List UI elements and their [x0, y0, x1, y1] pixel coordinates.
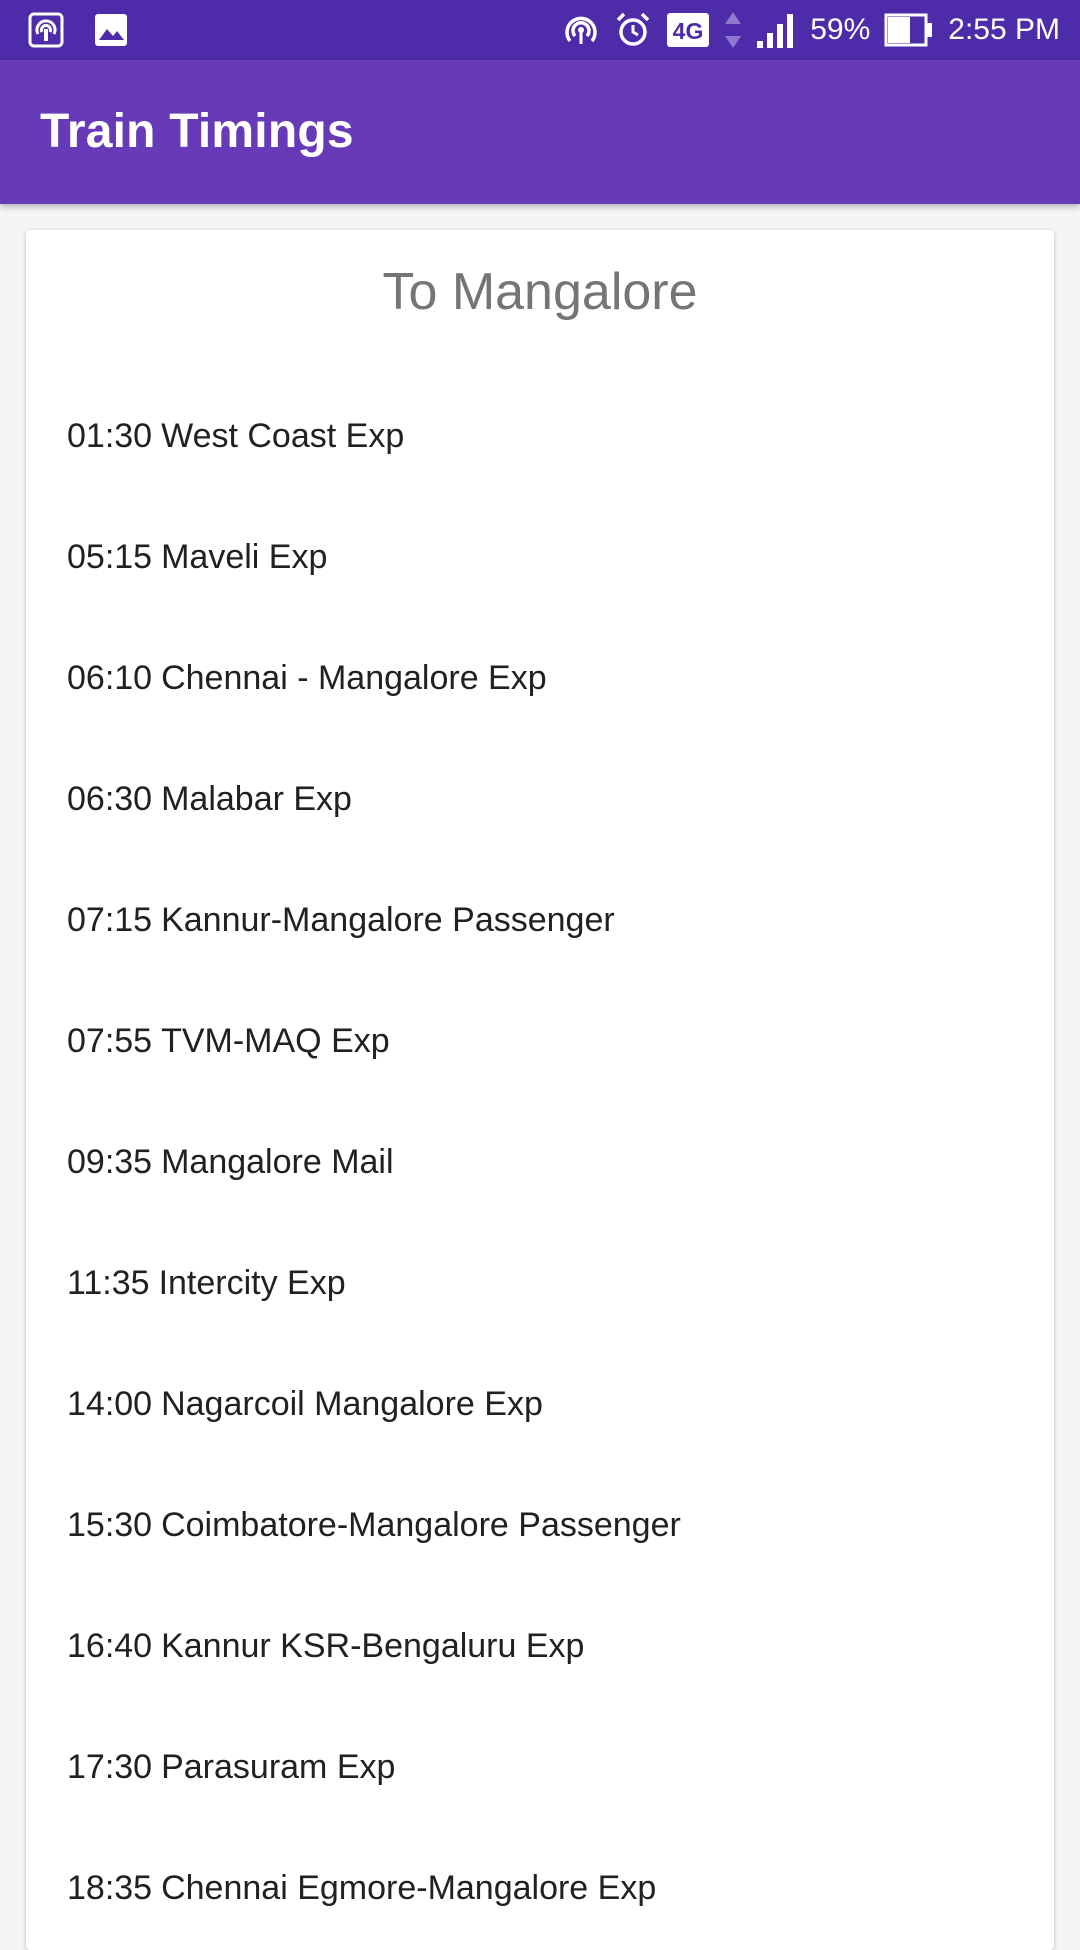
- train-name: Maveli Exp: [161, 538, 328, 576]
- train-time: 06:10: [67, 659, 153, 697]
- alarm-icon: [614, 11, 652, 49]
- hotspot-icon: [28, 12, 64, 48]
- train-name: Parasuram Exp: [161, 1748, 396, 1786]
- train-list-item[interactable]: 06:30 Malabar Exp: [26, 739, 1054, 860]
- train-list-item[interactable]: 07:55 TVM-MAQ Exp: [26, 981, 1054, 1102]
- timings-card: To Mangalore 01:30 West Coast Exp 05:15 Mav…: [26, 230, 1054, 1950]
- train-name: Nagarcoil Mangalore Exp: [161, 1385, 543, 1423]
- train-time: 05:15: [67, 538, 153, 576]
- train-time: 17:30: [67, 1748, 153, 1786]
- card-title: To Mangalore: [382, 263, 698, 321]
- train-name: TVM-MAQ Exp: [161, 1022, 390, 1060]
- hotspot-icon: [562, 11, 600, 49]
- battery-icon: [884, 13, 934, 47]
- image-icon: [94, 13, 128, 47]
- battery-percent: 59%: [810, 13, 871, 46]
- train-time: 07:15: [67, 901, 153, 939]
- train-name: Kannur KSR-Bengaluru Exp: [161, 1627, 585, 1665]
- train-name: Chennai - Mangalore Exp: [161, 659, 547, 697]
- train-name: Chennai Egmore-Mangalore Exp: [161, 1869, 657, 1907]
- train-time: 11:35: [67, 1264, 150, 1302]
- signal-icon: [756, 11, 796, 49]
- train-list-item[interactable]: 18:35 Chennai Egmore-Mangalore Exp: [26, 1828, 1054, 1949]
- app-bar: Train Timings: [0, 60, 1080, 204]
- train-name: Coimbatore-Mangalore Passenger: [161, 1506, 681, 1544]
- train-list-item[interactable]: 15:30 Coimbatore-Mangalore Passenger: [26, 1465, 1054, 1586]
- train-time: 18:35: [67, 1869, 153, 1907]
- status-bar: 4G 59% 2:55 PM: [0, 0, 1080, 60]
- notification-icons: [28, 12, 128, 48]
- train-time: 14:00: [67, 1385, 153, 1423]
- train-time: 01:30: [67, 417, 153, 455]
- train-list-item[interactable]: 09:35 Mangalore Mail: [26, 1102, 1054, 1223]
- train-name: Intercity Exp: [158, 1264, 346, 1302]
- train-list-item[interactable]: 11:35 Intercity Exp: [26, 1223, 1054, 1344]
- 4g-icon: 4G: [666, 12, 710, 48]
- train-time: 07:55: [67, 1022, 153, 1060]
- train-time: 09:35: [67, 1143, 153, 1181]
- train-list-item[interactable]: 17:30 Parasuram Exp: [26, 1707, 1054, 1828]
- train-list-item[interactable]: 14:00 Nagarcoil Mangalore Exp: [26, 1344, 1054, 1465]
- train-time: 15:30: [67, 1506, 153, 1544]
- train-list-item[interactable]: 01:30 West Coast Exp: [26, 376, 1054, 497]
- train-list: 01:30 West Coast Exp 05:15 Maveli Exp 06:10 C…: [26, 376, 1054, 1949]
- train-name: Kannur-Mangalore Passenger: [161, 901, 615, 939]
- data-arrows-icon: [724, 10, 742, 50]
- train-name: West Coast Exp: [161, 417, 405, 455]
- train-list-item[interactable]: 07:15 Kannur-Mangalore Passenger: [26, 860, 1054, 981]
- train-list-item[interactable]: 06:10 Chennai - Mangalore Exp: [26, 618, 1054, 739]
- system-icons: 4G 59% 2:55 PM: [562, 0, 1060, 60]
- train-name: Malabar Exp: [161, 780, 352, 818]
- train-time: 16:40: [67, 1627, 153, 1665]
- train-list-item[interactable]: 16:40 Kannur KSR-Bengaluru Exp: [26, 1586, 1054, 1707]
- train-name: Mangalore Mail: [161, 1143, 394, 1181]
- train-time: 06:30: [67, 780, 153, 818]
- app-title: Train Timings: [40, 105, 354, 158]
- train-list-item[interactable]: 05:15 Maveli Exp: [26, 497, 1054, 618]
- clock: 2:55 PM: [948, 13, 1060, 46]
- svg-text:4G: 4G: [673, 18, 704, 44]
